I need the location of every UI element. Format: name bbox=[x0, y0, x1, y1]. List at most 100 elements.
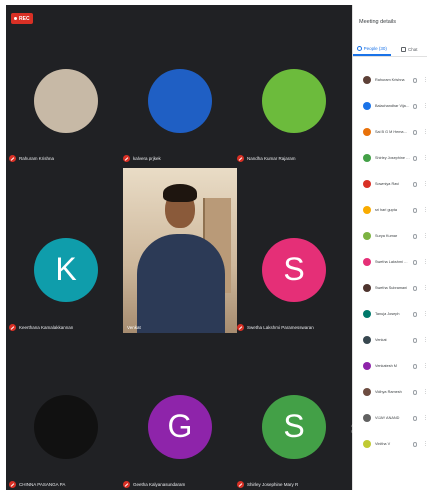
tab-chat[interactable]: Chat bbox=[391, 43, 428, 56]
mic-icon bbox=[413, 207, 417, 213]
more-options-icon[interactable]: ⋮ bbox=[423, 207, 427, 213]
avatar-letter: K bbox=[55, 251, 77, 287]
participant-tile[interactable]: G Geetha Kalyanasundaram bbox=[123, 375, 237, 490]
meeting-stage: REC Rahuram Krishna kalvera prjkek Nandh… bbox=[6, 5, 427, 490]
more-options-icon[interactable]: ⋮ bbox=[423, 233, 427, 239]
person-name: Tanuja Joseph bbox=[375, 312, 400, 316]
person-name: Vinitha V bbox=[375, 442, 391, 446]
person-name: VIJAY ANAND bbox=[375, 416, 400, 420]
people-list-item[interactable]: Shirley Josephine Mary R ⋮ bbox=[353, 151, 427, 165]
people-list-item[interactable]: Sowmiya Ravi ⋮ bbox=[353, 177, 427, 191]
recording-label: REC bbox=[19, 15, 30, 22]
mic-icon bbox=[413, 415, 417, 421]
more-options-icon[interactable]: ⋮ bbox=[423, 415, 427, 421]
avatar bbox=[363, 76, 371, 84]
more-options-icon[interactable]: ⋮ bbox=[423, 77, 427, 83]
mic-icon bbox=[413, 389, 417, 395]
participant-tile[interactable]: Nandha Kumar Rajaram bbox=[237, 49, 351, 164]
more-options-icon[interactable]: ⋮ bbox=[423, 441, 427, 447]
participant-tile[interactable]: S Swetha Lakshmi Paramesswaran bbox=[237, 218, 351, 333]
more-options-icon[interactable]: ⋮ bbox=[423, 311, 427, 317]
more-options-icon[interactable]: ⋮ bbox=[423, 129, 427, 135]
tab-label: People (30) bbox=[363, 46, 387, 51]
meeting-details-panel: Meeting details People (30) Chat Rahuram… bbox=[352, 5, 427, 490]
people-list-item[interactable]: Venkatesh M ⋮ bbox=[353, 359, 427, 373]
person-name: Balachandhar Vijayendran bbox=[375, 104, 410, 108]
person-name: Sowmiya Ravi bbox=[375, 182, 400, 186]
avatar bbox=[363, 102, 371, 110]
people-list-item[interactable]: Sai B G M Hemamalini B. ⋮ bbox=[353, 125, 427, 139]
avatar bbox=[34, 68, 98, 133]
mic-icon bbox=[413, 181, 417, 187]
avatar: S bbox=[262, 394, 326, 459]
person-silhouette bbox=[137, 234, 225, 333]
more-options-icon[interactable]: ⋮ bbox=[423, 181, 427, 187]
avatar bbox=[148, 68, 212, 133]
participant-tile[interactable]: kalvera prjkek bbox=[123, 49, 237, 164]
person-name: Surya Kumar bbox=[375, 234, 398, 238]
mic-icon bbox=[413, 285, 417, 291]
mic-icon bbox=[413, 337, 417, 343]
tab-people[interactable]: People (30) bbox=[353, 43, 391, 56]
windows-activation-watermark: Activate Windows Go to Settings to activ… bbox=[351, 423, 422, 435]
participant-tile[interactable]: S Shirley Josephine Mary R bbox=[237, 375, 351, 490]
people-list-item[interactable]: Swetha Subramani ⋮ bbox=[353, 281, 427, 295]
avatar bbox=[363, 206, 371, 214]
participant-tile[interactable]: Rahuram Krishna bbox=[9, 49, 123, 164]
chat-icon bbox=[400, 47, 406, 52]
participant-name: Nandha Kumar Rajaram bbox=[247, 156, 296, 161]
more-options-icon[interactable]: ⋮ bbox=[423, 155, 427, 161]
mic-off-icon bbox=[237, 481, 244, 488]
avatar bbox=[363, 414, 371, 422]
avatar: G bbox=[148, 394, 212, 459]
avatar bbox=[363, 284, 371, 292]
avatar bbox=[363, 440, 371, 448]
person-name: sri hari gupta bbox=[375, 208, 397, 212]
avatar bbox=[363, 388, 371, 396]
person-name: Vidhya Ramesh bbox=[375, 390, 402, 394]
participant-name: Keerthana Kamalakkannan bbox=[19, 325, 74, 330]
people-list-item[interactable]: Venkat ⋮ bbox=[353, 333, 427, 347]
participant-name: kalvera prjkek bbox=[133, 156, 161, 161]
participant-name: Rahuram Krishna bbox=[19, 156, 55, 161]
mic-off-icon bbox=[123, 481, 130, 488]
watermark-line: Go to Settings to activate Windows. bbox=[351, 429, 423, 434]
avatar bbox=[262, 68, 326, 133]
more-options-icon[interactable]: ⋮ bbox=[423, 389, 427, 395]
record-dot-icon bbox=[14, 17, 17, 20]
more-options-icon[interactable]: ⋮ bbox=[423, 337, 427, 343]
mic-icon bbox=[413, 259, 417, 265]
mic-off-icon bbox=[9, 481, 16, 488]
people-list-item[interactable]: Vinitha V ⋮ bbox=[353, 437, 427, 451]
tab-label: Chat bbox=[407, 47, 418, 52]
people-list-item[interactable]: Swetha Lakshmi Paramesswaran ⋮ bbox=[353, 255, 427, 269]
mic-off-icon bbox=[9, 324, 16, 331]
avatar bbox=[363, 362, 371, 370]
person-name: Shirley Josephine Mary R bbox=[375, 156, 410, 160]
people-list-item[interactable]: Balachandhar Vijayendran ⋮ bbox=[353, 99, 427, 113]
people-list-item[interactable]: Rahuram Krishna ⋮ bbox=[353, 73, 427, 87]
more-options-icon[interactable]: ⋮ bbox=[423, 103, 427, 109]
avatar-letter: S bbox=[283, 408, 305, 444]
avatar bbox=[363, 128, 371, 136]
participant-name: Geetha Kalyanasundaram bbox=[133, 482, 186, 487]
active-video-tile[interactable]: Venkat bbox=[123, 168, 237, 333]
avatar bbox=[363, 336, 371, 344]
people-list-item[interactable]: Tanuja Joseph ⋮ bbox=[353, 307, 427, 321]
participant-name: Shirley Josephine Mary R bbox=[247, 482, 299, 487]
more-options-icon[interactable]: ⋮ bbox=[423, 285, 427, 291]
more-options-icon[interactable]: ⋮ bbox=[423, 259, 427, 265]
mic-off-icon bbox=[237, 324, 244, 331]
participant-tile[interactable]: K Keerthana Kamalakkannan bbox=[9, 218, 123, 333]
person-name: Rahuram Krishna bbox=[375, 78, 405, 82]
people-list-item[interactable]: sri hari gupta ⋮ bbox=[353, 203, 427, 217]
more-options-icon[interactable]: ⋮ bbox=[423, 363, 427, 369]
recording-badge: REC bbox=[11, 13, 33, 24]
people-list-item[interactable]: Vidhya Ramesh ⋮ bbox=[353, 385, 427, 399]
mic-icon bbox=[413, 103, 417, 109]
participant-tile[interactable]: CHINNA PASANGA PA bbox=[9, 375, 123, 490]
avatar bbox=[34, 394, 98, 459]
person-name: Swetha Lakshmi Paramesswaran bbox=[375, 260, 410, 264]
mic-off-icon bbox=[123, 155, 130, 162]
people-list-item[interactable]: Surya Kumar ⋮ bbox=[353, 229, 427, 243]
